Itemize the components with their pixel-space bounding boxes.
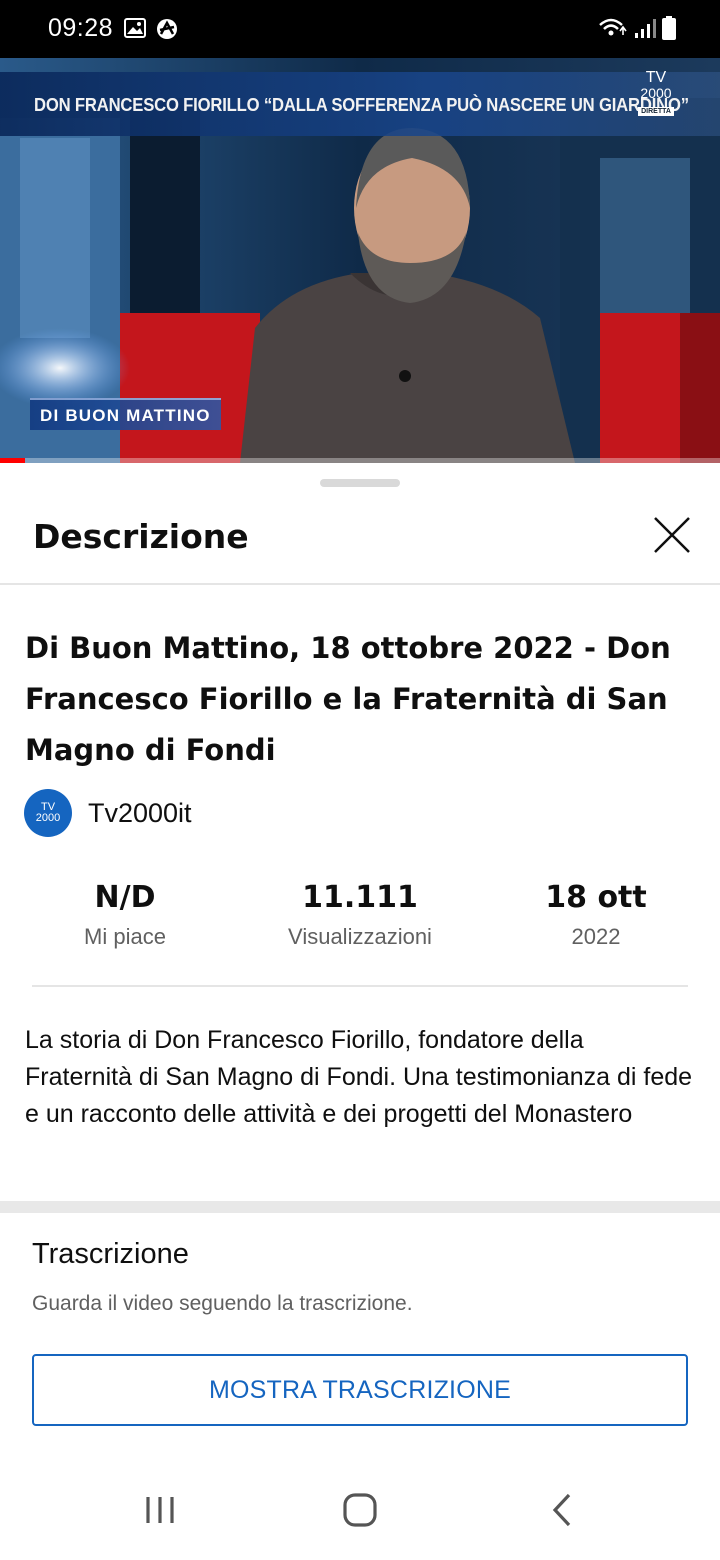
stat-likes: N/D Mi piace bbox=[5, 878, 245, 952]
avatar-line-2: 2000 bbox=[35, 812, 61, 824]
status-bar: 09:28 bbox=[0, 0, 720, 58]
channel-name[interactable]: Tv2000it bbox=[88, 798, 192, 829]
logo-number: 2000 bbox=[640, 85, 672, 101]
video-player[interactable]: DON FRANCESCO FIORILLO “DALLA SOFFERENZA… bbox=[0, 58, 720, 463]
stat-views: 11.111 Visualizzazioni bbox=[240, 878, 480, 952]
live-badge: DIRETTA bbox=[638, 107, 674, 116]
date-value: 18 ott bbox=[545, 880, 647, 915]
likes-label: Mi piace bbox=[84, 924, 166, 949]
stats-divider bbox=[32, 985, 688, 987]
close-button[interactable] bbox=[646, 509, 698, 561]
channel-row[interactable]: TV 2000 Tv2000it bbox=[24, 788, 192, 838]
stat-date: 18 ott 2022 bbox=[476, 878, 716, 952]
views-value: 11.111 bbox=[302, 880, 418, 915]
video-title: Di Buon Mattino, 18 ottobre 2022 - Don F… bbox=[25, 631, 671, 767]
transcript-subtitle: Guarda il video seguendo la trascrizione… bbox=[32, 1292, 413, 1315]
section-separator bbox=[0, 1201, 720, 1213]
description-text: La storia di Don Francesco Fiorillo, fon… bbox=[25, 1026, 693, 1128]
vpn-icon bbox=[157, 19, 177, 39]
show-transcript-button[interactable]: MOSTRA TRASCRIZIONE bbox=[32, 1354, 688, 1426]
date-year: 2022 bbox=[571, 924, 621, 949]
battery-icon bbox=[662, 16, 676, 40]
system-nav-bar bbox=[0, 1460, 720, 1560]
banner-text: DON FRANCESCO FIORILLO “DALLA SOFFERENZA… bbox=[34, 94, 689, 115]
stats-row: N/D Mi piace 11.111 Visualizzazioni 18 o… bbox=[0, 878, 720, 958]
back-icon[interactable] bbox=[543, 1490, 583, 1530]
status-icons bbox=[598, 16, 676, 40]
show-label: DI BUON MATTINO bbox=[30, 398, 221, 430]
wifi-icon bbox=[599, 18, 627, 36]
likes-value: N/D bbox=[94, 880, 156, 915]
channel-avatar[interactable]: TV 2000 bbox=[24, 789, 72, 837]
gallery-icon bbox=[124, 18, 146, 38]
status-time: 09:28 bbox=[48, 14, 114, 42]
logo-tv: TV bbox=[645, 69, 667, 86]
sheet-title: Descrizione bbox=[33, 517, 249, 556]
home-icon[interactable] bbox=[340, 1490, 380, 1530]
description-sheet: Descrizione Di Buon Mattino, 18 ottobre … bbox=[0, 463, 720, 1560]
signal-icon bbox=[635, 19, 656, 38]
close-icon bbox=[654, 517, 690, 553]
lower-third-banner: DON FRANCESCO FIORILLO “DALLA SOFFERENZA… bbox=[0, 72, 720, 136]
views-label: Visualizzazioni bbox=[288, 924, 432, 949]
transcript-title: Trascrizione bbox=[32, 1238, 189, 1270]
header-divider bbox=[0, 583, 720, 585]
drag-handle[interactable] bbox=[320, 479, 400, 487]
channel-logo: TV 2000 DIRETTA bbox=[632, 70, 680, 130]
recent-apps-icon[interactable] bbox=[140, 1490, 180, 1530]
